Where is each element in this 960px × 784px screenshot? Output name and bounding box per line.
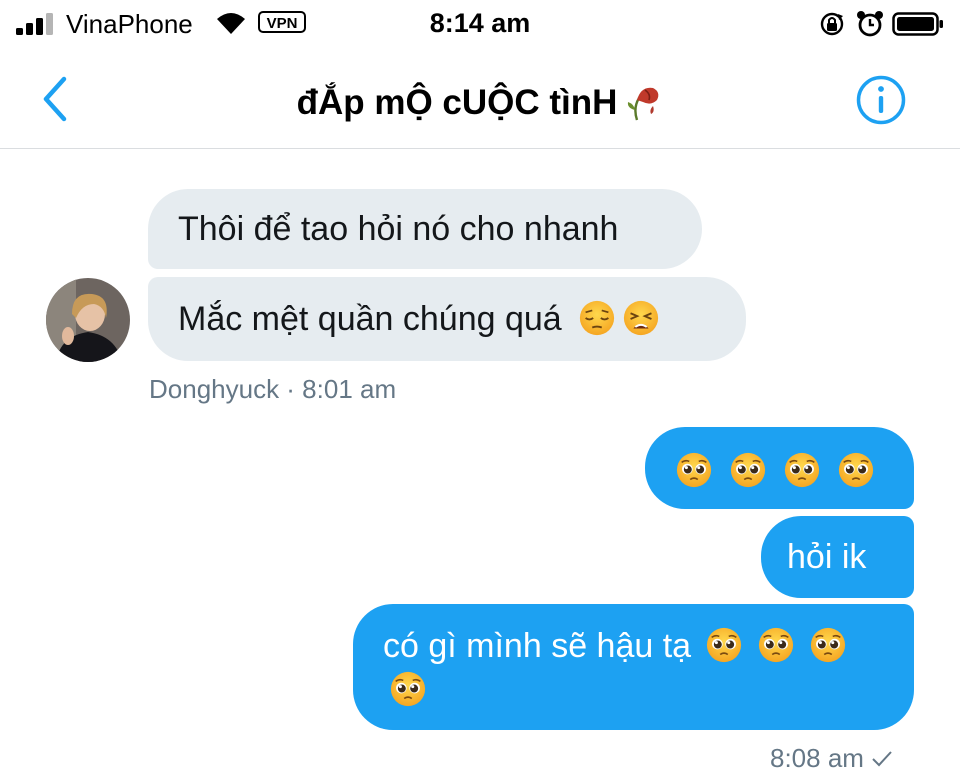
message-bubble-incoming[interactable]: Thôi để tao hỏi nó cho nhanh — [148, 189, 702, 269]
pleading-face-icon — [783, 451, 821, 489]
message-text: Mắc mệt quần chúng quá — [178, 300, 562, 338]
message-meta-outgoing: 8:08 am — [770, 743, 894, 774]
weary-face-icon — [622, 299, 660, 337]
message-bubble-outgoing[interactable] — [645, 427, 914, 509]
pleading-face-icon — [809, 626, 847, 664]
pleading-face-icon — [389, 670, 427, 708]
avatar-image — [46, 278, 130, 362]
message-time: 8:08 am — [770, 743, 864, 773]
title-text: đẮp mỘ cUỘC tìnH — [296, 83, 618, 122]
pleading-face-icon — [757, 626, 795, 664]
pensive-face-icon — [578, 299, 616, 337]
message-text: hỏi ik — [787, 538, 867, 576]
info-icon[interactable] — [855, 74, 907, 126]
pleading-face-icon — [729, 451, 767, 489]
message-bubble-outgoing[interactable]: có gì mình sẽ hậu tạ — [353, 604, 914, 730]
message-text: Thôi để tao hỏi nó cho nhanh — [178, 210, 619, 248]
avatar[interactable] — [46, 278, 130, 362]
status-time: 8:14 am — [429, 8, 531, 38]
message-meta-incoming: Donghyuck · 8:01 am — [149, 374, 397, 404]
pleading-face-icon — [705, 626, 743, 664]
battery-icon — [892, 12, 943, 36]
conversation-header: đẮp mỘ cUỘC tìnH — [0, 50, 960, 149]
orientation-lock-icon — [820, 12, 844, 36]
wilted-rose-icon — [628, 87, 659, 121]
sent-check-icon — [872, 751, 892, 767]
conversation-title: đẮp mỘ cUỘC tìnH — [0, 78, 960, 123]
message-text: có gì mình sẽ hậu tạ — [383, 627, 692, 665]
status-bar: VinaPhone VPN 8:14 am — [0, 0, 960, 50]
alarm-icon — [857, 11, 883, 37]
pleading-face-icon — [675, 451, 713, 489]
pleading-face-icon — [837, 451, 875, 489]
message-bubble-incoming[interactable]: Mắc mệt quần chúng quá — [148, 277, 746, 361]
message-bubble-outgoing[interactable]: hỏi ik — [761, 516, 914, 598]
